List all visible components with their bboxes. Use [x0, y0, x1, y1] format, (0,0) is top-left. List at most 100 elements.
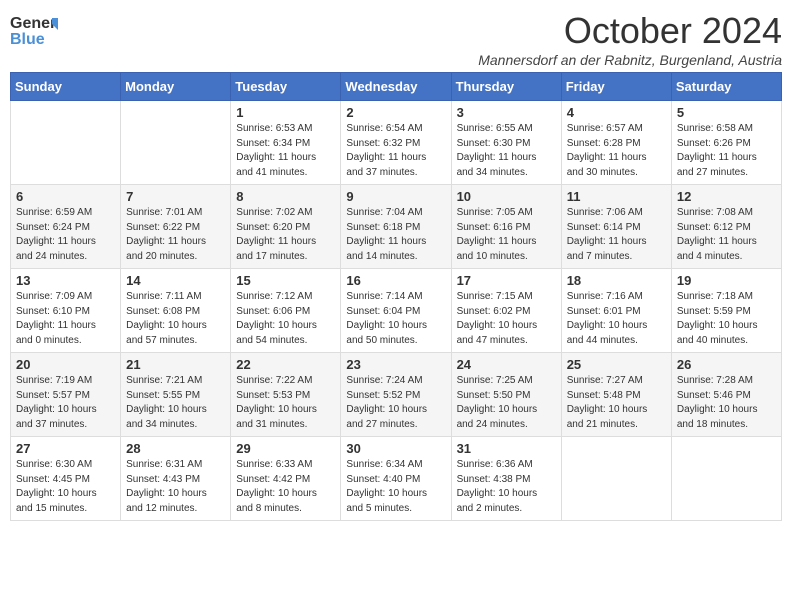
- week-row-2: 6 Sunrise: 6:59 AM Sunset: 6:24 PM Daylig…: [11, 185, 782, 269]
- day-info: Sunrise: 7:05 AM Sunset: 6:16 PM Dayligh…: [457, 206, 556, 264]
- day-cell: 8 Sunrise: 7:02 AM Sunset: 6:20 PM Daylig…: [231, 185, 341, 269]
- day-info: Sunrise: 6:55 AM Sunset: 6:30 PM Dayligh…: [457, 122, 556, 180]
- day-info: Sunrise: 7:14 AM Sunset: 6:04 PM Dayligh…: [346, 290, 445, 348]
- day-number: 3: [457, 105, 556, 120]
- day-number: 16: [346, 273, 445, 288]
- day-cell: 18 Sunrise: 7:16 AM Sunset: 6:01 PM Dayli…: [561, 269, 671, 353]
- day-number: 13: [16, 273, 115, 288]
- day-info: Sunrise: 6:36 AM Sunset: 4:38 PM Dayligh…: [457, 458, 556, 516]
- week-row-3: 13Sunrise: 7:09 AM Sunset: 6:10 PM Dayli…: [11, 269, 782, 353]
- day-info: Sunrise: 7:08 AM Sunset: 6:12 PM Dayligh…: [677, 206, 776, 264]
- weekday-header-row: SundayMondayTuesdayWednesdayThursdayFrid…: [11, 73, 782, 101]
- day-number: 19: [677, 273, 776, 288]
- day-cell: 2 Sunrise: 6:54 AM Sunset: 6:32 PM Daylig…: [341, 101, 451, 185]
- day-cell: 11 Sunrise: 7:06 AM Sunset: 6:14 PM Dayli…: [561, 185, 671, 269]
- weekday-header-saturday: Saturday: [671, 73, 781, 101]
- day-number: 25: [567, 357, 666, 372]
- day-cell: 7 Sunrise: 7:01 AM Sunset: 6:22 PM Daylig…: [121, 185, 231, 269]
- day-info: Sunrise: 6:31 AM Sunset: 4:43 PM Dayligh…: [126, 458, 225, 516]
- day-cell: 20 Sunrise: 7:19 AM Sunset: 5:57 PM Dayli…: [11, 353, 121, 437]
- subtitle: Mannersdorf an der Rabnitz, Burgenland, …: [478, 52, 782, 68]
- day-number: 23: [346, 357, 445, 372]
- weekday-header-friday: Friday: [561, 73, 671, 101]
- day-number: 11: [567, 189, 666, 204]
- day-number: 31: [457, 441, 556, 456]
- day-info: Sunrise: 7:19 AM Sunset: 5:57 PM Dayligh…: [16, 374, 115, 432]
- day-number: 27: [16, 441, 115, 456]
- day-cell: 28 Sunrise: 6:31 AM Sunset: 4:43 PM Dayli…: [121, 437, 231, 521]
- weekday-header-thursday: Thursday: [451, 73, 561, 101]
- day-number: 20: [16, 357, 115, 372]
- day-info: Sunrise: 7:21 AM Sunset: 5:55 PM Dayligh…: [126, 374, 225, 432]
- day-cell: [121, 101, 231, 185]
- day-cell: 17Sunrise: 7:15 AM Sunset: 6:02 PM Dayli…: [451, 269, 561, 353]
- day-number: 4: [567, 105, 666, 120]
- day-cell: 29 Sunrise: 6:33 AM Sunset: 4:42 PM Dayli…: [231, 437, 341, 521]
- weekday-header-wednesday: Wednesday: [341, 73, 451, 101]
- day-info: Sunrise: 6:54 AM Sunset: 6:32 PM Dayligh…: [346, 122, 445, 180]
- day-info: Sunrise: 7:16 AM Sunset: 6:01 PM Dayligh…: [567, 290, 666, 348]
- svg-text:Blue: Blue: [10, 31, 45, 48]
- day-number: 28: [126, 441, 225, 456]
- day-cell: 22Sunrise: 7:22 AM Sunset: 5:53 PM Dayli…: [231, 353, 341, 437]
- day-info: Sunrise: 6:57 AM Sunset: 6:28 PM Dayligh…: [567, 122, 666, 180]
- day-cell: [561, 437, 671, 521]
- day-number: 8: [236, 189, 335, 204]
- calendar-table: SundayMondayTuesdayWednesdayThursdayFrid…: [10, 72, 782, 521]
- day-info: Sunrise: 6:33 AM Sunset: 4:42 PM Dayligh…: [236, 458, 335, 516]
- day-info: Sunrise: 7:27 AM Sunset: 5:48 PM Dayligh…: [567, 374, 666, 432]
- weekday-header-sunday: Sunday: [11, 73, 121, 101]
- day-info: Sunrise: 6:30 AM Sunset: 4:45 PM Dayligh…: [16, 458, 115, 516]
- title-section: October 2024 Mannersdorf an der Rabnitz,…: [478, 10, 782, 68]
- day-cell: 16 Sunrise: 7:14 AM Sunset: 6:04 PM Dayli…: [341, 269, 451, 353]
- day-number: 2: [346, 105, 445, 120]
- day-number: 5: [677, 105, 776, 120]
- day-number: 24: [457, 357, 556, 372]
- page-header: General Blue October 2024 Mannersdorf an…: [10, 10, 782, 68]
- day-number: 7: [126, 189, 225, 204]
- day-number: 21: [126, 357, 225, 372]
- day-info: Sunrise: 7:12 AM Sunset: 6:06 PM Dayligh…: [236, 290, 335, 348]
- day-cell: 30Sunrise: 6:34 AM Sunset: 4:40 PM Dayli…: [341, 437, 451, 521]
- day-cell: 5Sunrise: 6:58 AM Sunset: 6:26 PM Daylig…: [671, 101, 781, 185]
- day-number: 9: [346, 189, 445, 204]
- day-info: Sunrise: 6:34 AM Sunset: 4:40 PM Dayligh…: [346, 458, 445, 516]
- day-cell: 14Sunrise: 7:11 AM Sunset: 6:08 PM Dayli…: [121, 269, 231, 353]
- day-info: Sunrise: 7:02 AM Sunset: 6:20 PM Dayligh…: [236, 206, 335, 264]
- day-info: Sunrise: 7:18 AM Sunset: 5:59 PM Dayligh…: [677, 290, 776, 348]
- logo: General Blue: [10, 10, 58, 55]
- day-info: Sunrise: 7:01 AM Sunset: 6:22 PM Dayligh…: [126, 206, 225, 264]
- day-number: 29: [236, 441, 335, 456]
- svg-text:General: General: [10, 15, 58, 32]
- day-info: Sunrise: 7:24 AM Sunset: 5:52 PM Dayligh…: [346, 374, 445, 432]
- day-number: 18: [567, 273, 666, 288]
- day-cell: [11, 101, 121, 185]
- week-row-4: 20 Sunrise: 7:19 AM Sunset: 5:57 PM Dayli…: [11, 353, 782, 437]
- day-cell: 1 Sunrise: 6:53 AM Sunset: 6:34 PM Daylig…: [231, 101, 341, 185]
- day-info: Sunrise: 7:22 AM Sunset: 5:53 PM Dayligh…: [236, 374, 335, 432]
- day-info: Sunrise: 7:06 AM Sunset: 6:14 PM Dayligh…: [567, 206, 666, 264]
- day-cell: 27 Sunrise: 6:30 AM Sunset: 4:45 PM Dayli…: [11, 437, 121, 521]
- day-number: 26: [677, 357, 776, 372]
- logo-graphic: General Blue: [10, 10, 58, 55]
- day-number: 10: [457, 189, 556, 204]
- day-cell: 19 Sunrise: 7:18 AM Sunset: 5:59 PM Dayli…: [671, 269, 781, 353]
- day-cell: 6 Sunrise: 6:59 AM Sunset: 6:24 PM Daylig…: [11, 185, 121, 269]
- day-number: 14: [126, 273, 225, 288]
- day-cell: 23 Sunrise: 7:24 AM Sunset: 5:52 PM Dayli…: [341, 353, 451, 437]
- week-row-1: 1 Sunrise: 6:53 AM Sunset: 6:34 PM Daylig…: [11, 101, 782, 185]
- day-number: 6: [16, 189, 115, 204]
- day-cell: 25 Sunrise: 7:27 AM Sunset: 5:48 PM Dayli…: [561, 353, 671, 437]
- day-cell: 24Sunrise: 7:25 AM Sunset: 5:50 PM Dayli…: [451, 353, 561, 437]
- day-info: Sunrise: 7:28 AM Sunset: 5:46 PM Dayligh…: [677, 374, 776, 432]
- day-cell: 10 Sunrise: 7:05 AM Sunset: 6:16 PM Dayli…: [451, 185, 561, 269]
- day-info: Sunrise: 6:53 AM Sunset: 6:34 PM Dayligh…: [236, 122, 335, 180]
- day-info: Sunrise: 6:59 AM Sunset: 6:24 PM Dayligh…: [16, 206, 115, 264]
- day-cell: 12 Sunrise: 7:08 AM Sunset: 6:12 PM Dayli…: [671, 185, 781, 269]
- day-cell: 4 Sunrise: 6:57 AM Sunset: 6:28 PM Daylig…: [561, 101, 671, 185]
- day-cell: 31 Sunrise: 6:36 AM Sunset: 4:38 PM Dayli…: [451, 437, 561, 521]
- day-number: 12: [677, 189, 776, 204]
- day-cell: 15Sunrise: 7:12 AM Sunset: 6:06 PM Dayli…: [231, 269, 341, 353]
- day-cell: [671, 437, 781, 521]
- day-number: 1: [236, 105, 335, 120]
